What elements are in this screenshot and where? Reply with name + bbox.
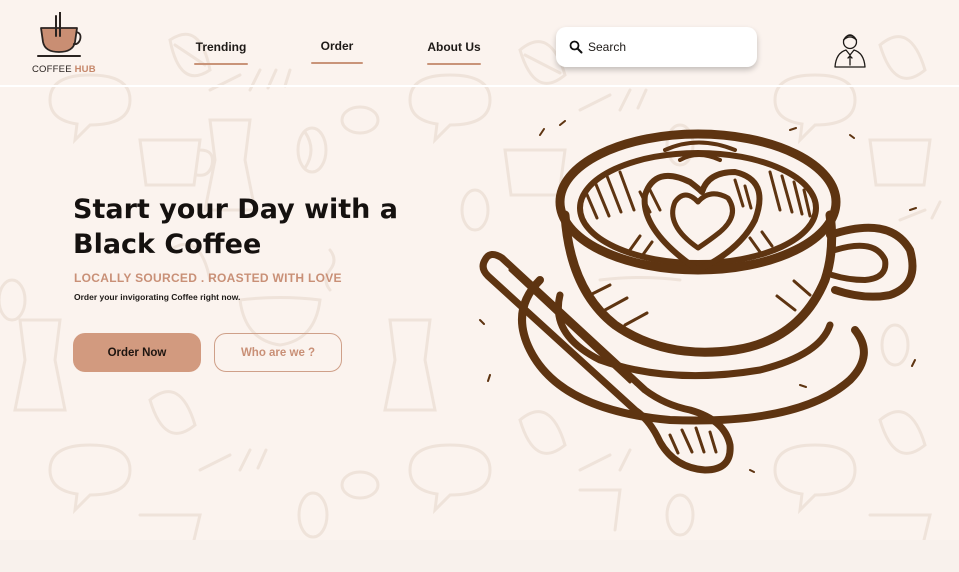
brand-name: COFFEE HUB — [32, 64, 96, 75]
latte-art-cup-illustration — [479, 120, 917, 474]
nav-order-label: Order — [320, 39, 354, 53]
hero-description: Order your invigorating Coffee right now… — [74, 292, 241, 302]
search-input[interactable] — [588, 37, 748, 57]
brand-name-coffee: COFFEE — [32, 64, 72, 75]
nav-trending-label: Trending — [195, 40, 247, 54]
hero-title: Start your Day with a Black Coffee — [73, 192, 433, 262]
search-bar[interactable] — [556, 27, 757, 67]
header-divider — [0, 85, 959, 87]
brand-logo[interactable]: COFFEE HUB — [28, 12, 100, 78]
order-now-button[interactable]: Order Now — [73, 333, 201, 372]
brand-name-hub: HUB — [74, 64, 96, 75]
nav-about-label: About Us — [427, 40, 481, 54]
coffee-cup-logo-icon — [37, 12, 82, 57]
user-profile-button[interactable] — [832, 31, 868, 69]
who-are-we-button[interactable]: Who are we ? — [214, 333, 342, 372]
user-avatar-icon — [834, 34, 866, 68]
hero-title-line1: Start your Day with a — [73, 194, 399, 225]
nav-order-underline — [311, 62, 363, 64]
hero-title-line2: Black Coffee — [73, 229, 262, 260]
search-icon — [569, 40, 583, 54]
hero-subtitle: LOCALLY SOURCED . ROASTED WITH LOVE — [74, 271, 342, 285]
nav-about-link[interactable]: About Us — [427, 40, 481, 65]
nav-order-link[interactable]: Order — [311, 39, 363, 64]
nav-trending-link[interactable]: Trending — [194, 40, 248, 65]
top-nav-bar: COFFEE HUB Trending Order About Us — [0, 0, 959, 86]
footer-band — [0, 540, 959, 572]
nav-about-underline — [427, 63, 481, 65]
nav-trending-underline — [194, 63, 248, 65]
